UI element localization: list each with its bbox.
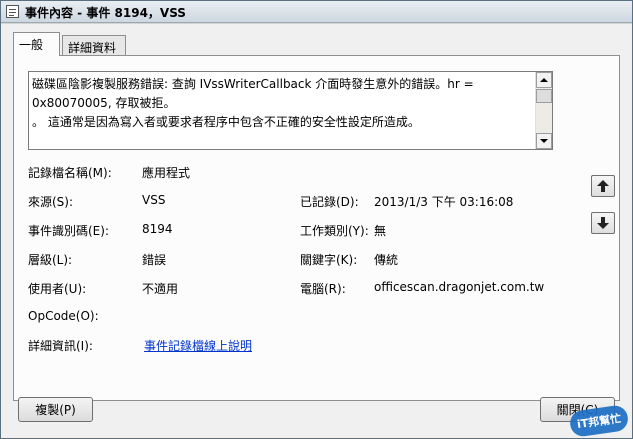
scroll-up-icon bbox=[540, 78, 548, 82]
logged-value: 2013/1/3 下午 03:16:08 bbox=[374, 195, 514, 209]
source-value: VSS bbox=[142, 193, 166, 207]
log-name-label: 記錄檔名稱(M): bbox=[28, 166, 112, 180]
scroll-thumb[interactable] bbox=[536, 89, 552, 103]
copy-button[interactable]: 複製(P) bbox=[18, 397, 93, 422]
event-description-text: 磁碟區陰影複製服務錯誤: 查詢 IVssWriterCallback 介面時發生… bbox=[32, 77, 474, 129]
task-category-label: 工作類別(Y): bbox=[300, 224, 369, 238]
next-event-button[interactable] bbox=[591, 212, 615, 234]
title-bar[interactable]: 事件內容 - 事件 8194，VSS bbox=[1, 1, 632, 23]
level-label: 層級(L): bbox=[28, 253, 73, 267]
event-properties-window: 事件內容 - 事件 8194，VSS 一般 詳細資料 磁碟區陰影複製服務錯誤: … bbox=[0, 0, 633, 439]
description-scrollbar[interactable] bbox=[535, 72, 552, 149]
previous-event-button[interactable] bbox=[591, 175, 615, 197]
computer-value: officescan.dragonjet.com.tw bbox=[374, 280, 545, 294]
event-description-box[interactable]: 磁碟區陰影複製服務錯誤: 查詢 IVssWriterCallback 介面時發生… bbox=[28, 71, 553, 150]
user-label: 使用者(U): bbox=[28, 282, 87, 296]
logged-label: 已記錄(D): bbox=[300, 195, 359, 209]
more-info-link[interactable]: 事件記錄檔線上說明 bbox=[144, 337, 252, 354]
log-name-value: 應用程式 bbox=[142, 166, 191, 180]
scroll-down-icon bbox=[540, 139, 548, 143]
up-arrow-icon bbox=[597, 180, 609, 192]
task-category-value: 無 bbox=[374, 224, 387, 238]
event-id-value: 8194 bbox=[142, 222, 173, 236]
event-id-label: 事件識別碼(E): bbox=[28, 224, 109, 238]
user-value: 不適用 bbox=[142, 282, 179, 296]
tab-details[interactable]: 詳細資料 bbox=[62, 35, 126, 57]
source-label: 來源(S): bbox=[28, 195, 74, 209]
more-info-label: 詳細資訊(I): bbox=[28, 339, 93, 353]
level-value: 錯誤 bbox=[142, 253, 167, 267]
opcode-label: OpCode(O): bbox=[28, 309, 99, 323]
dialog-client: 一般 詳細資料 磁碟區陰影複製服務錯誤: 查詢 IVssWriterCallba… bbox=[1, 24, 632, 438]
computer-label: 電腦(R): bbox=[300, 282, 346, 296]
keywords-label: 關鍵字(K): bbox=[300, 253, 358, 267]
scroll-up-button[interactable] bbox=[536, 72, 552, 88]
down-arrow-icon bbox=[597, 217, 609, 229]
tab-general[interactable]: 一般 bbox=[13, 32, 60, 56]
event-log-icon bbox=[6, 5, 19, 18]
window-title: 事件內容 - 事件 8194，VSS bbox=[25, 6, 186, 20]
general-tab-panel: 磁碟區陰影複製服務錯誤: 查詢 IVssWriterCallback 介面時發生… bbox=[13, 55, 620, 401]
scroll-down-button[interactable] bbox=[536, 133, 552, 149]
keywords-value: 傳統 bbox=[374, 253, 399, 267]
